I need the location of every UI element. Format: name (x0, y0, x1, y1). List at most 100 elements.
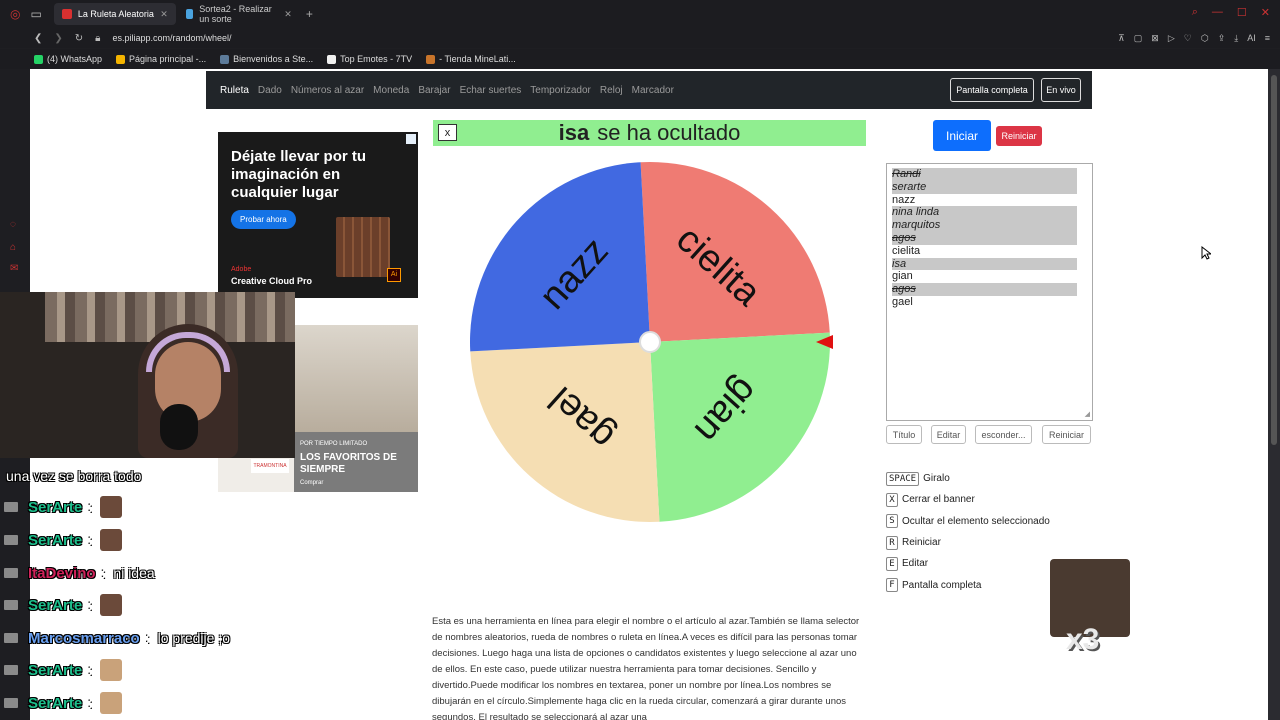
lock-icon: 🔒︎ (95, 32, 101, 44)
shortcut-label: Cerrar el banner (902, 494, 975, 506)
tab-manager-icon[interactable]: ▭ (30, 7, 41, 21)
sidebar-app-icon[interactable]: ✉ (10, 263, 18, 274)
shortcut-row: SPACE Giralo (886, 468, 1050, 489)
heart-icon[interactable]: ♡ (1184, 33, 1192, 44)
name-entry[interactable]: marquitos (892, 219, 1077, 232)
microphone-icon (160, 404, 198, 450)
nav-link-barajar[interactable]: Barajar (418, 85, 450, 96)
illustrator-icon: Ai (387, 268, 401, 282)
bookmark-7tv[interactable]: Top Emotes - 7TV (327, 54, 412, 64)
new-tab-icon[interactable]: + (306, 7, 313, 21)
name-entry[interactable]: nina linda (892, 206, 1077, 220)
nav-link-temporizador[interactable]: Temporizador (530, 85, 591, 96)
sidebar-app-icon[interactable]: ◌ (10, 219, 16, 230)
start-button[interactable]: Iniciar (933, 120, 991, 151)
nav-link-moneda[interactable]: Moneda (373, 85, 409, 96)
nav-brand-ruleta[interactable]: Ruleta (220, 85, 249, 96)
reset-list-button[interactable]: Reiniciar (1042, 425, 1091, 444)
chat-message: SerArte: (4, 525, 123, 555)
name-entry[interactable]: nazz (892, 194, 1077, 207)
bookmark-steam[interactable]: Bienvenidos a Ste... (220, 54, 313, 64)
player-icon[interactable]: ▷ (1168, 33, 1175, 44)
extensions-icon[interactable]: ⬡ (1201, 33, 1209, 44)
adobe-ad[interactable]: Déjate llevar por tu imaginación en cual… (218, 132, 418, 298)
bookmark-whatsapp[interactable]: (4) WhatsApp (34, 54, 102, 64)
close-banner-button[interactable]: x (438, 124, 457, 141)
menu-icon[interactable]: ≡ (1265, 33, 1270, 44)
tab-favicon (61, 9, 72, 19)
name-entry[interactable]: cielita (892, 245, 1077, 258)
snapshot-icon[interactable]: ▢ (1134, 33, 1143, 44)
ad-cta[interactable]: Comprar (300, 480, 323, 486)
shortcut-key: S (886, 514, 898, 529)
shortcut-label: Editar (902, 558, 929, 570)
close-tab-icon[interactable]: ✕ (284, 9, 292, 20)
chat-username: SerArte (28, 694, 83, 712)
name-entry[interactable]: agos (892, 283, 1077, 296)
nav-link-numeros[interactable]: Números al azar (291, 85, 364, 96)
search-tabs-icon[interactable]: ⌕ (1192, 6, 1198, 19)
page-scrollbar[interactable] (1268, 69, 1280, 720)
names-textarea[interactable]: Randi serarte nazz nina linda marquitos agos c… (886, 163, 1093, 421)
browser-tabbar: ◎ ▭ La Ruleta Aleatoria ✕ Sortea2 - Real… (0, 0, 1280, 28)
nav-link-echar-suertes[interactable]: Echar suertes (460, 85, 522, 96)
name-entry[interactable]: agos (892, 231, 1077, 245)
shortcut-label: Pantalla completa (902, 579, 982, 591)
chat-separator: : (88, 662, 93, 678)
name-entry[interactable]: serarte (892, 180, 1077, 194)
chat-separator: : (88, 532, 93, 548)
name-wheel[interactable]: cielitagiangaelnazz (460, 159, 840, 539)
ad-cta-button[interactable]: Probar ahora (231, 210, 296, 229)
vpn-icon[interactable]: ⊠ (1151, 33, 1159, 44)
name-entry[interactable]: gian (892, 270, 1077, 283)
reload-icon[interactable]: ↻ (75, 33, 83, 44)
title-button[interactable]: Título (886, 425, 922, 444)
shortcut-label: Giralo (923, 473, 950, 485)
minimize-icon[interactable]: — (1212, 6, 1223, 19)
sidebar-app-icon[interactable]: ⌂ (10, 242, 16, 253)
forward-icon[interactable]: ❯ (54, 33, 62, 44)
nav-link-marcador[interactable]: Marcador (632, 85, 674, 96)
close-tab-icon[interactable]: ✕ (160, 9, 168, 20)
bookmark-home[interactable]: Página principal -... (116, 54, 206, 64)
tab-ruleta[interactable]: La Ruleta Aleatoria ✕ (53, 3, 176, 25)
edit-button[interactable]: Editar (931, 425, 966, 444)
tab-sortea2[interactable]: Sortea2 - Realizar un sorte ✕ (178, 3, 300, 25)
aria-ai-icon[interactable]: AI (1247, 33, 1256, 44)
download-icon[interactable]: ⤓ (1234, 33, 1238, 44)
tab-title: La Ruleta Aleatoria (77, 9, 154, 19)
hide-button[interactable]: esconder... (975, 425, 1032, 444)
name-entry[interactable]: isa (892, 257, 1077, 271)
nav-link-dado[interactable]: Dado (258, 85, 282, 96)
scrollbar-thumb[interactable] (1271, 75, 1277, 445)
chat-badge-icon (4, 698, 18, 708)
share-icon[interactable]: ⇪ (1218, 33, 1226, 44)
wheel-center-icon (639, 331, 661, 353)
maximize-icon[interactable]: ☐ (1237, 6, 1247, 19)
ad-choices-icon[interactable] (406, 134, 416, 144)
shortcut-key: X (886, 492, 898, 507)
live-button[interactable]: En vivo (1041, 78, 1081, 102)
name-entry[interactable]: Randi (892, 168, 1077, 181)
nav-link-reloj[interactable]: Reloj (600, 85, 623, 96)
url-field[interactable]: es.piliapp.com/random/wheel/ (113, 33, 232, 43)
resize-handle-icon[interactable]: ◢ (1085, 410, 1090, 418)
chat-badge-icon (4, 665, 18, 675)
name-entry[interactable]: gael (892, 296, 1077, 309)
adobe-logo: Adobe (231, 266, 252, 273)
reset-button[interactable]: Reiniciar (996, 126, 1042, 146)
pin-icon[interactable]: ⊼ (1118, 33, 1125, 44)
opera-menu-icon[interactable]: ◎ (10, 7, 20, 21)
back-icon[interactable]: ❮ (34, 33, 42, 44)
chat-emote-icon (100, 594, 123, 616)
bookmark-minelati[interactable]: - Tienda MineLati... (426, 54, 516, 64)
chat-username: ItaDevino (28, 564, 96, 582)
shortcut-row: E Editar (886, 553, 1050, 574)
ad-product-name: Creative Cloud Pro (231, 276, 313, 286)
close-window-icon[interactable]: ✕ (1261, 6, 1270, 19)
shop-icon (426, 54, 436, 64)
banner-name: isa (558, 120, 590, 145)
ad-brand-logo: TRAMONTINA (251, 459, 289, 473)
fullscreen-button[interactable]: Pantalla completa (950, 78, 1034, 102)
shortcut-label: Ocultar el elemento seleccionado (902, 515, 1050, 527)
